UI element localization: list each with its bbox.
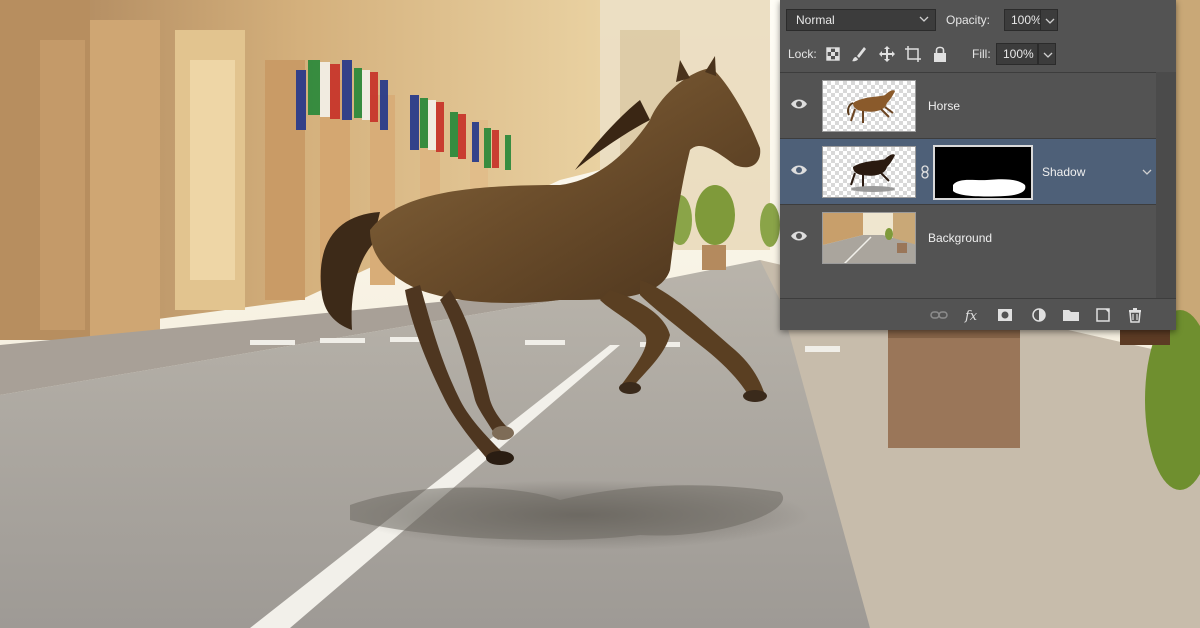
blend-mode-dropdown[interactable]: Normal [786,9,936,31]
mask-link-icon[interactable] [920,165,930,179]
opacity-label: Opacity: [946,13,991,27]
fill-slider-button[interactable] [1038,43,1056,65]
layer-mask-thumbnail[interactable] [933,145,1033,200]
lock-all-icon[interactable] [931,45,949,63]
layer-name: Horse [928,99,961,113]
lock-position-icon[interactable] [878,45,896,63]
chevron-down-icon [1043,52,1053,58]
adjustment-icon[interactable] [1030,307,1048,323]
lock-label: Lock: [788,47,817,61]
layers-panel: Normal Opacity: 100% Lock: Fill: 100% Ho… [780,0,1176,330]
lock-image-pixels-icon[interactable] [850,45,868,63]
trash-icon[interactable] [1126,307,1144,323]
blend-mode-value: Normal [796,13,835,27]
layer-shadow[interactable]: Shadow [780,138,1156,204]
layer-thumbnail [822,212,916,264]
lock-transparent-pixels-icon[interactable] [824,45,842,63]
layer-background[interactable]: Background [780,204,1156,270]
fx-icon[interactable]: fx [964,307,982,323]
horse-thumbnail-icon [847,90,895,123]
layers-panel-toolbar: fx [780,298,1176,330]
chevron-down-icon [919,16,929,22]
opacity-slider-button[interactable] [1040,9,1058,31]
layer-horse[interactable]: Horse [780,72,1156,138]
fill-label: Fill: [972,47,991,61]
svg-text:fx: fx [964,309,978,323]
layer-name: Background [928,231,993,245]
mask-shape [953,179,1026,197]
shadow-thumbnail-icon [850,154,895,192]
opacity-input[interactable]: 100% [1004,9,1042,31]
folder-icon[interactable] [1062,307,1080,323]
background-thumbnail-icon [823,213,915,263]
chevron-down-icon[interactable] [1142,167,1152,177]
chevron-down-icon [1045,18,1055,24]
visibility-eye-icon[interactable] [790,163,808,177]
fill-input[interactable]: 100% [996,43,1038,65]
layer-thumbnail [822,80,916,132]
visibility-eye-icon[interactable] [790,97,808,111]
mask-icon[interactable] [996,307,1014,323]
layers-panel-header: Normal Opacity: 100% [780,0,1176,40]
layers-scrollbar[interactable] [1156,72,1176,298]
link-icon[interactable] [930,307,948,323]
layer-thumbnail [822,146,916,198]
visibility-eye-icon[interactable] [790,229,808,243]
artboard-lock-icon[interactable] [904,45,922,63]
new-layer-icon[interactable] [1094,307,1112,323]
layer-name: Shadow [1042,165,1086,179]
